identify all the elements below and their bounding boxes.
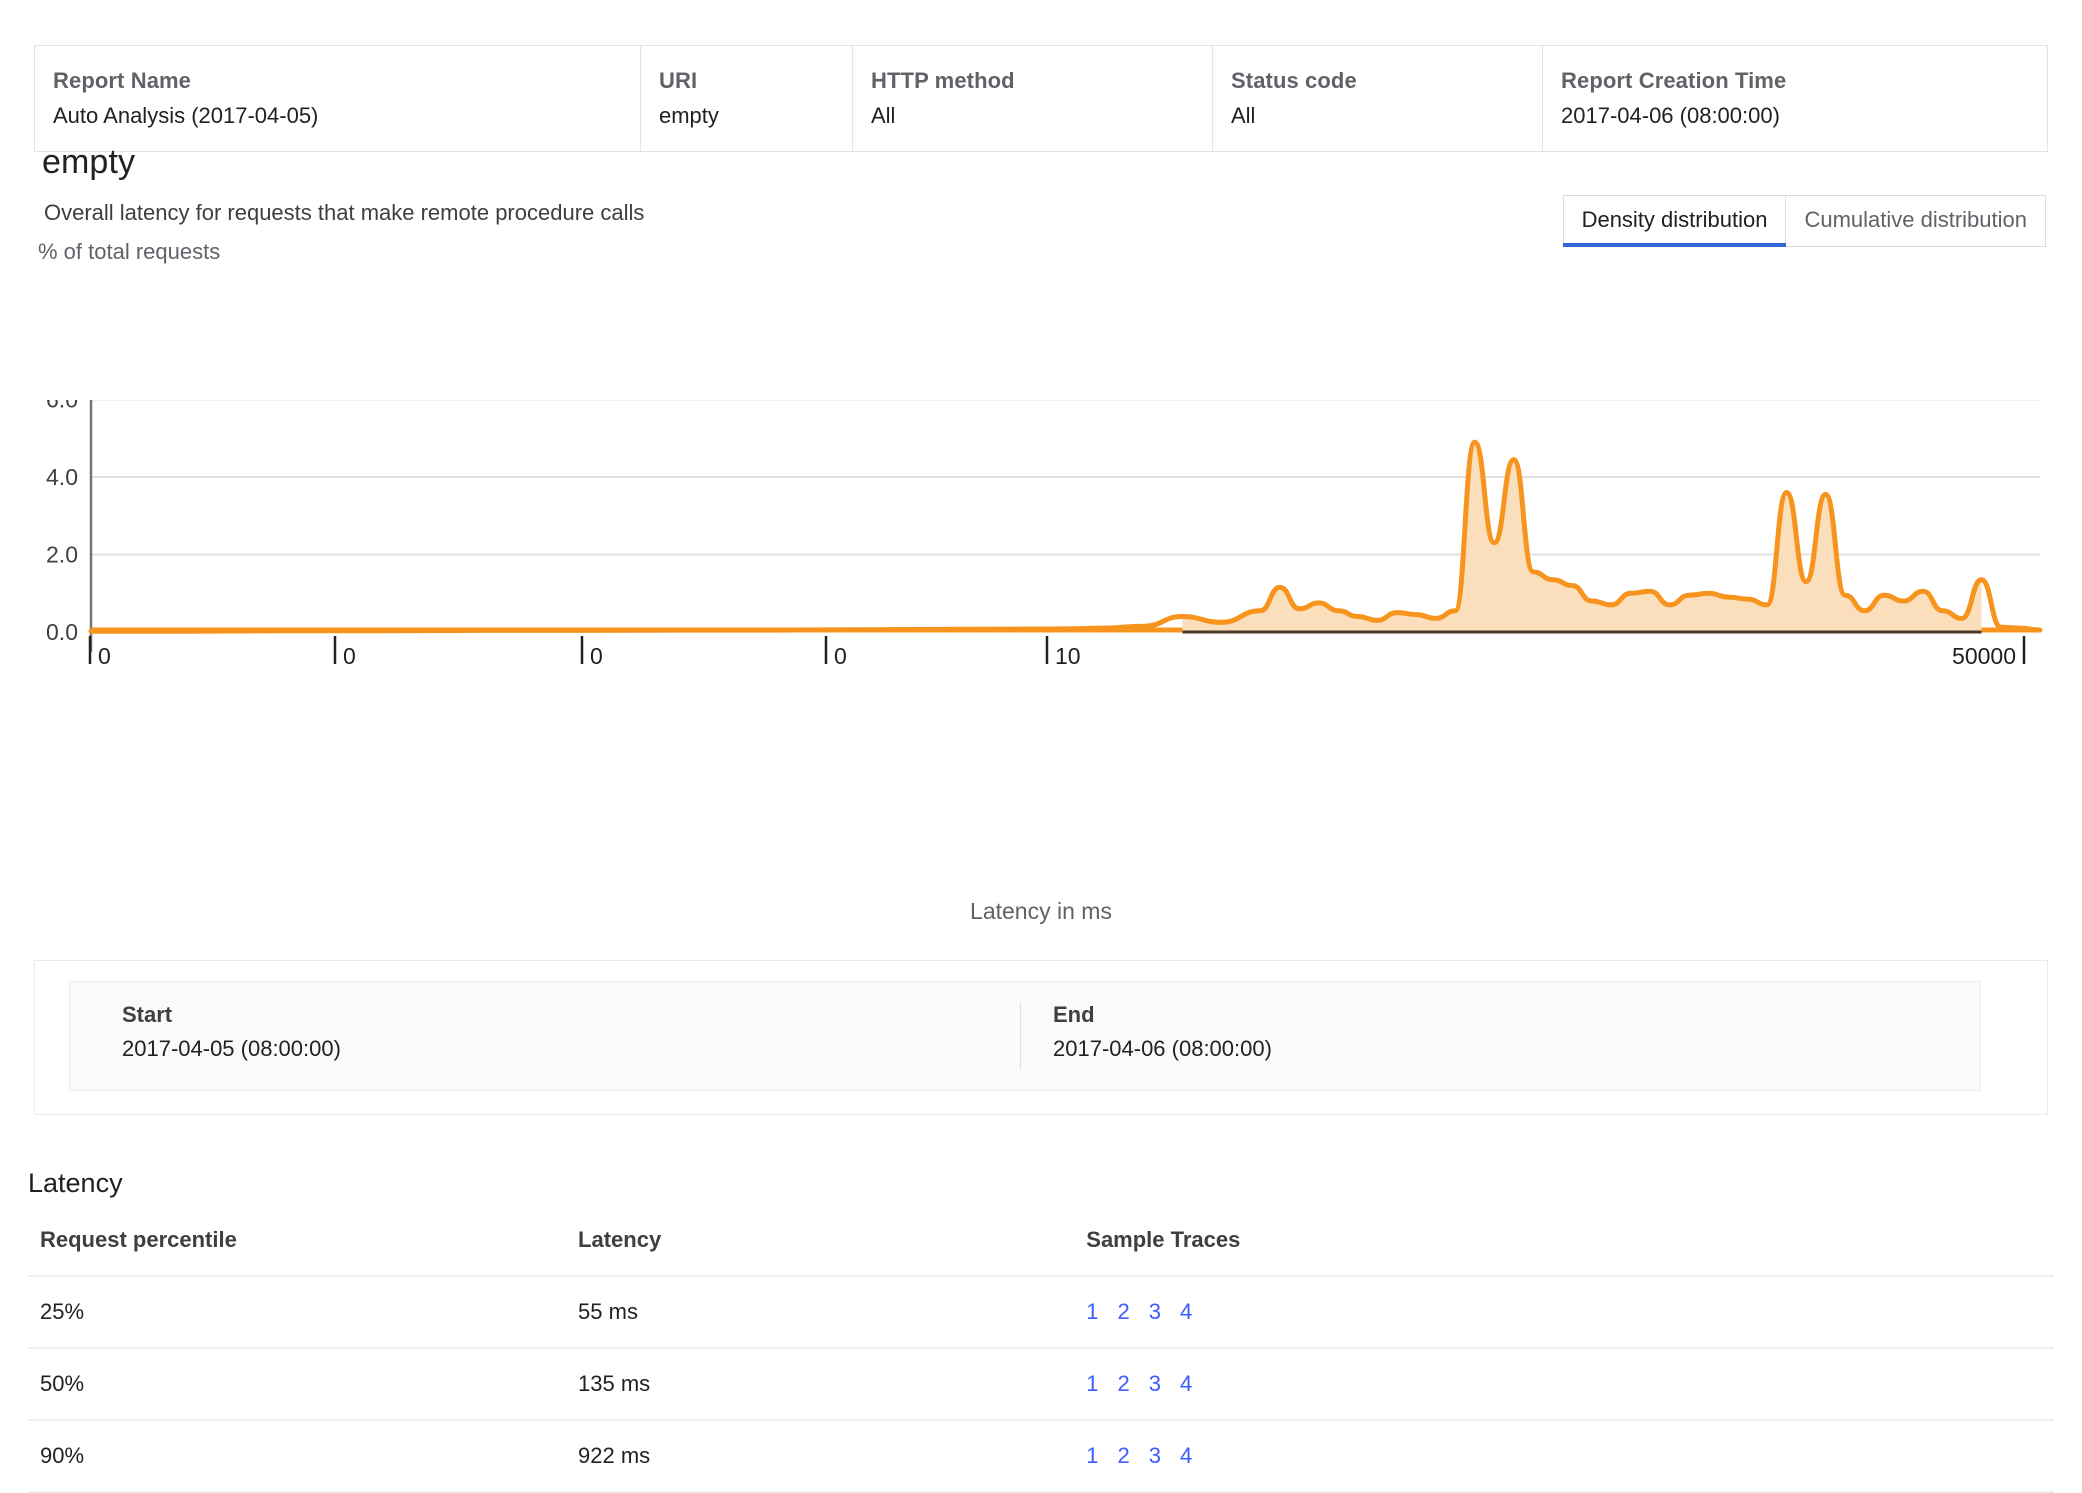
x-tick-label: 0	[343, 643, 356, 669]
chart-area-fill	[1182, 442, 1982, 632]
summary-header-report-name: Report Name	[53, 68, 192, 93]
cell-sample-traces: 1234	[1074, 1420, 2054, 1493]
cell-latency: 922 ms	[566, 1420, 1075, 1493]
summary-col-uri: URI empty	[640, 46, 852, 151]
latency-density-chart: 0.02.04.06.08.0 00001050000	[0, 400, 2082, 669]
sample-trace-link[interactable]: 1	[1086, 1443, 1098, 1468]
chart-svg: 0.02.04.06.08.0 00001050000	[46, 400, 2043, 669]
sample-trace-link[interactable]: 3	[1149, 1371, 1161, 1396]
y-tick-label: 4.0	[46, 464, 78, 490]
report-summary-table: Report Name Auto Analysis (2017-04-05) U…	[34, 45, 2048, 152]
end-value: 2017-04-06 (08:00:00)	[1053, 1036, 1272, 1061]
chart-gridlines	[91, 400, 2040, 556]
cell-latency: 135 ms	[566, 1348, 1075, 1421]
x-tick-label: 0	[834, 643, 847, 669]
x-tick-label: 0	[98, 643, 111, 669]
summary-col-status-code: Status code All	[1212, 46, 1542, 151]
sample-trace-link[interactable]: 1	[1086, 1371, 1098, 1396]
summary-col-report-name: Report Name Auto Analysis (2017-04-05)	[35, 46, 640, 151]
tab-density-distribution[interactable]: Density distribution	[1562, 195, 1787, 247]
time-range-end: End 2017-04-06 (08:00:00)	[1020, 1002, 1920, 1070]
table-row: 25% 55 ms 1 2 3 4	[28, 1276, 2054, 1349]
start-label: Start	[122, 1002, 173, 1027]
y-tick-label: 0.0	[46, 619, 78, 645]
cell-request-percentile: 90%	[28, 1420, 567, 1493]
page-title: empty	[42, 143, 136, 181]
tab-cumulative-distribution[interactable]: Cumulative distribution	[1786, 195, 2046, 247]
cell-latency: 55 ms	[566, 1276, 1075, 1349]
cell-sample-traces: 1234	[1074, 1276, 2054, 1349]
cell-sample-traces: 1234	[1074, 1348, 2054, 1421]
column-header-latency: Latency	[566, 1215, 1075, 1277]
sample-trace-link[interactable]: 2	[1118, 1443, 1130, 1468]
report-page: Report Name Auto Analysis (2017-04-05) U…	[0, 0, 2082, 1493]
sample-trace-link[interactable]: 4	[1180, 1443, 1192, 1468]
column-header-request-percentile: Request percentile	[28, 1215, 567, 1277]
sample-trace-link[interactable]: 2	[1118, 1299, 1130, 1324]
summary-header-row: Report Name Auto Analysis (2017-04-05) U…	[35, 46, 2047, 151]
chart-x-axis-label: Latency in ms	[970, 898, 1112, 924]
sample-trace-link[interactable]: 4	[1180, 1371, 1192, 1396]
distribution-toggle-group: Density distribution Cumulative distribu…	[1562, 195, 2046, 247]
summary-header-report-creation-time: Report Creation Time	[1561, 68, 1787, 93]
table-row: 90% 922 ms 1 2 3 4	[28, 1420, 2054, 1493]
cell-request-percentile: 50%	[28, 1348, 567, 1421]
y-tick-label: 2.0	[46, 542, 78, 568]
summary-value-uri: empty	[659, 103, 719, 128]
summary-header-uri: URI	[659, 68, 698, 93]
x-tick-label: 0	[590, 643, 603, 669]
latency-section-title: Latency	[28, 1168, 123, 1198]
sample-trace-link[interactable]: 2	[1118, 1371, 1130, 1396]
time-range-card: Start 2017-04-05 (08:00:00) End 2017-04-…	[34, 960, 2048, 1115]
x-tick-label: 10	[1055, 643, 1081, 669]
x-tick-label: 50000	[1952, 643, 2016, 669]
sample-trace-link[interactable]: 3	[1149, 1299, 1161, 1324]
sample-trace-link[interactable]: 3	[1149, 1443, 1161, 1468]
summary-value-http-method: All	[871, 103, 896, 128]
latency-table: Request percentile Latency Sample Traces…	[28, 1215, 2054, 1493]
start-value: 2017-04-05 (08:00:00)	[122, 1036, 341, 1061]
y-tick-label: 6.0	[46, 400, 78, 413]
chart-y-axis-label: % of total requests	[38, 239, 221, 264]
chart-subtitle: Overall latency for requests that make r…	[44, 200, 645, 225]
time-range-inner: Start 2017-04-05 (08:00:00) End 2017-04-…	[69, 981, 1981, 1091]
end-label: End	[1053, 1002, 1095, 1027]
column-header-sample-traces: Sample Traces	[1074, 1215, 2054, 1277]
chart-y-tick-labels: 0.02.04.06.08.0	[46, 400, 78, 645]
latency-table-body: 25% 55 ms 1 2 3 4 50% 135 ms 1 2 3 4 90% 922 ms 1 2 3 4	[28, 1276, 2054, 1493]
sample-trace-link[interactable]: 1	[1086, 1299, 1098, 1324]
summary-value-status-code: All	[1231, 103, 1256, 128]
summary-value-report-name: Auto Analysis (2017-04-05)	[53, 103, 319, 128]
sample-trace-link[interactable]: 4	[1180, 1299, 1192, 1324]
summary-col-http-method: HTTP method All	[852, 46, 1212, 151]
time-range-start: Start 2017-04-05 (08:00:00)	[70, 1002, 1020, 1070]
table-row: 50% 135 ms 1 2 3 4	[28, 1348, 2054, 1421]
chart-x-tick-group: 0 0 0 0 10 50000	[88, 636, 2026, 669]
summary-col-report-creation-time: Report Creation Time 2017-04-06 (08:00:0…	[1542, 46, 2047, 151]
latency-table-header-row: Request percentile Latency Sample Traces	[28, 1215, 2054, 1277]
summary-header-http-method: HTTP method	[871, 68, 1015, 93]
summary-header-status-code: Status code	[1231, 68, 1357, 93]
summary-value-report-creation-time: 2017-04-06 (08:00:00)	[1561, 103, 1780, 128]
cell-request-percentile: 25%	[28, 1276, 567, 1349]
